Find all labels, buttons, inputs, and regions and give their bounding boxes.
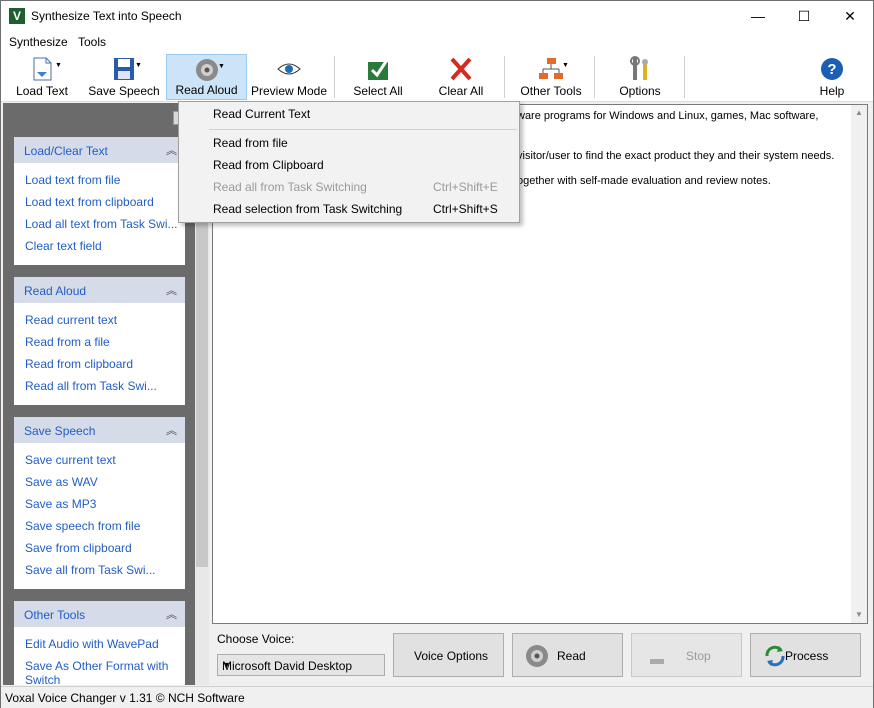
menu-item-read-selection-task-switching[interactable]: Read selection from Task Switching Ctrl+S… [179, 198, 519, 220]
other-tools-button[interactable]: ▼ Other Tools [515, 54, 587, 100]
voice-select[interactable]: Microsoft David Desktop ▼ [217, 654, 385, 676]
task-link[interactable]: Read from clipboard [14, 353, 185, 375]
task-link[interactable]: Load all text from Task Swi... [14, 213, 185, 235]
stop-button[interactable]: Stop [631, 633, 742, 677]
minimize-button[interactable]: — [735, 1, 781, 32]
toolbar-separator [504, 56, 505, 98]
red-x-icon [450, 57, 472, 81]
process-button[interactable]: Process [750, 633, 861, 677]
collapse-chevron-icon: ︽ [166, 425, 177, 437]
task-link[interactable]: Clear text field [14, 235, 185, 257]
toolbar-separator [594, 56, 595, 98]
voice-options-button[interactable]: Voice Options [393, 633, 504, 677]
menu-synthesize[interactable]: Synthesize [9, 35, 68, 49]
task-link[interactable]: Read current text [14, 309, 185, 331]
select-all-button[interactable]: Select All [347, 54, 409, 100]
menu-separator [209, 129, 517, 130]
chevron-down-icon: ▼ [222, 660, 231, 670]
editor-line: ware programs for Windows and Linux, gam… [517, 110, 819, 122]
maximize-button[interactable]: ☐ [781, 1, 827, 32]
toolbar-separator [684, 56, 685, 98]
speaker-icon [526, 645, 548, 667]
read-aloud-button[interactable]: ▼ Read Aloud [166, 54, 247, 100]
panel-load-clear-text: Load/Clear Text ︽ Load text from file Lo… [14, 137, 185, 265]
scroll-up-icon[interactable]: ▲ [851, 105, 867, 121]
svg-text:?: ? [827, 61, 836, 78]
read-button[interactable]: Read [512, 633, 623, 677]
eye-icon [277, 63, 301, 75]
collapse-chevron-icon: ︽ [166, 285, 177, 297]
toolbar-separator [334, 56, 335, 98]
task-link[interactable]: Load text from file [14, 169, 185, 191]
collapse-chevron-icon: ︽ [166, 145, 177, 157]
window-title: Synthesize Text into Speech [31, 9, 182, 23]
choose-voice-label: Choose Voice: [217, 632, 295, 646]
panel-header[interactable]: Read Aloud ︽ [14, 277, 185, 303]
close-button[interactable]: ✕ [827, 1, 873, 32]
task-link[interactable]: Save as WAV [14, 471, 185, 493]
task-link[interactable]: Save current text [14, 449, 185, 471]
save-speech-button[interactable]: ▼ Save Speech [87, 54, 161, 100]
task-link[interactable]: Save as MP3 [14, 493, 185, 515]
panel-header[interactable]: Load/Clear Text ︽ [14, 137, 185, 163]
stop-icon [650, 659, 664, 664]
editor-line: ogether with self-made evaluation and re… [517, 175, 771, 187]
task-link[interactable]: Read all from Task Swi... [14, 375, 185, 397]
scroll-down-icon[interactable]: ▼ [851, 607, 867, 623]
menu-item-read-current-text[interactable]: Read Current Text [179, 103, 519, 125]
help-icon: ? [821, 58, 843, 80]
floppy-disk-icon [114, 58, 134, 80]
hierarchy-icon [539, 58, 563, 79]
panel-read-aloud: Read Aloud ︽ Read current text Read from… [14, 277, 185, 405]
menu-item-read-all-task-switching: Read all from Task Switching Ctrl+Shift+E [213, 180, 498, 194]
editor-line: visitor/user to find the exact product t… [517, 150, 835, 162]
menu-tools[interactable]: Tools [78, 35, 106, 49]
task-link[interactable]: Save all from Task Swi... [14, 559, 185, 581]
preview-mode-button[interactable]: Preview Mode [249, 54, 329, 100]
task-link[interactable]: Edit Audio with WavePad [14, 633, 185, 655]
panel-save-speech: Save Speech ︽ Save current text Save as … [14, 417, 185, 589]
task-link[interactable]: Save from clipboard [14, 537, 185, 559]
task-link[interactable]: Read from a file [14, 331, 185, 353]
menu-item-read-from-clipboard[interactable]: Read from Clipboard [179, 154, 519, 176]
menu-bar: Synthesize Tools [1, 32, 873, 52]
app-icon: V [9, 8, 25, 24]
select-all-icon [368, 59, 389, 80]
app-window: V Synthesize Text into Speech — ☐ ✕ Synt… [0, 0, 874, 708]
title-bar: V Synthesize Text into Speech — ☐ ✕ [1, 1, 873, 32]
wrench-icon [630, 56, 648, 80]
read-aloud-menu: Read Current Text Read from file Read fr… [178, 101, 520, 223]
task-link[interactable]: Save speech from file [14, 515, 185, 537]
collapse-chevron-icon: ︽ [166, 609, 177, 621]
panel-header[interactable]: Other Tools ︽ [14, 601, 185, 627]
toolbar: ▼ Load Text ▼ Save Speech ▼ Read Aloud P… [1, 52, 873, 102]
task-link[interactable]: Load text from clipboard [14, 191, 185, 213]
speaker-icon [195, 59, 218, 81]
status-bar: Voxal Voice Changer v 1.31 © NCH Softwar… [1, 686, 873, 708]
load-text-button[interactable]: ▼ Load Text [11, 54, 73, 100]
load-text-icon [33, 57, 52, 81]
panel-header[interactable]: Save Speech ︽ [14, 417, 185, 443]
panel-other-tools: Other Tools ︽ Edit Audio with WavePad Sa… [14, 601, 185, 685]
options-button[interactable]: Options [607, 54, 673, 100]
clear-all-button[interactable]: Clear All [431, 54, 491, 100]
help-button[interactable]: ? Help [811, 54, 853, 100]
task-link[interactable]: Save As Other Format with Switch [14, 655, 185, 685]
menu-item-read-from-file[interactable]: Read from file [179, 132, 519, 154]
editor-scrollbar[interactable]: ▲ ▼ [851, 105, 867, 623]
